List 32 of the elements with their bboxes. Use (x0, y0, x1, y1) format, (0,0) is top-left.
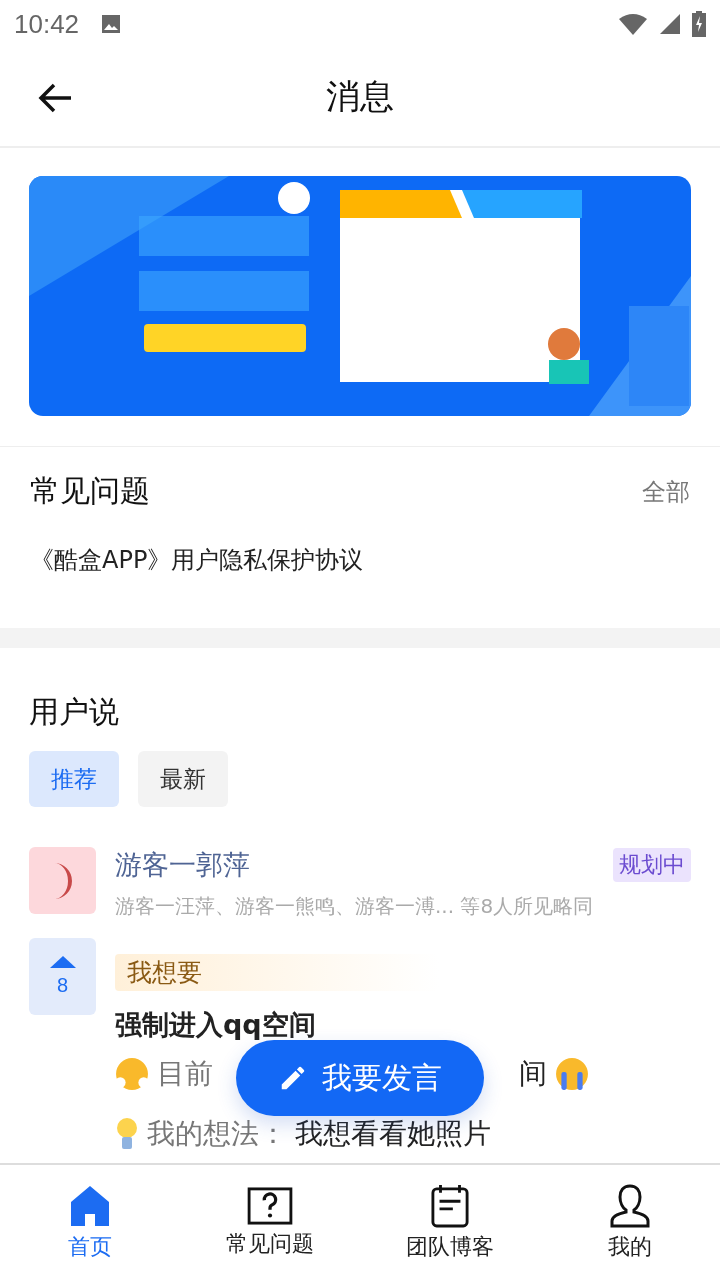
nav-tab[interactable]: 团队博客 (360, 1165, 540, 1280)
battery-icon (692, 11, 706, 37)
page-title: 消息 (326, 75, 394, 118)
faq-item[interactable]: 《酷盒APP》用户隐私保护协议 (30, 544, 364, 576)
section-title: 用户说 (29, 693, 119, 731)
lightbulb-icon (115, 1117, 139, 1151)
nav-tab[interactable]: 首页 (0, 1165, 180, 1280)
status-tag: 规划中 (613, 848, 691, 882)
post-text: 间 (519, 1056, 547, 1092)
wifi-icon (618, 12, 648, 36)
question-icon (247, 1186, 293, 1225)
back-icon[interactable] (37, 83, 73, 113)
home-icon (70, 1183, 110, 1228)
signal-icon (658, 12, 682, 36)
notepad-icon (431, 1183, 469, 1228)
filter-tab[interactable]: 最新 (138, 751, 228, 807)
post-text: 我的想法： (147, 1116, 287, 1152)
post-button[interactable]: 我要发言 (236, 1040, 484, 1116)
up-icon (49, 956, 76, 968)
nav-tab[interactable]: 常见问题 (180, 1165, 360, 1280)
post-text: 我想看看她照片 (295, 1116, 491, 1152)
nav-tab[interactable]: 我的 (540, 1165, 720, 1280)
user-icon (610, 1183, 650, 1228)
post-title: 强制进入qq空间 (115, 1008, 316, 1042)
author-name: 游客一郭萍 (115, 848, 250, 882)
agree-text: 游客一汪萍、游客一熊鸣、游客一溥... 等8人所见略同 (115, 893, 594, 920)
view-all-link[interactable]: 全部 (642, 475, 690, 508)
section-title: 常见问题 (30, 472, 150, 510)
filter-tab[interactable]: 推荐 (29, 751, 119, 807)
post-text: 目前 (157, 1056, 213, 1092)
upvote-button[interactable]: 8 (29, 938, 96, 1015)
status-time: 10:42 (14, 8, 80, 40)
